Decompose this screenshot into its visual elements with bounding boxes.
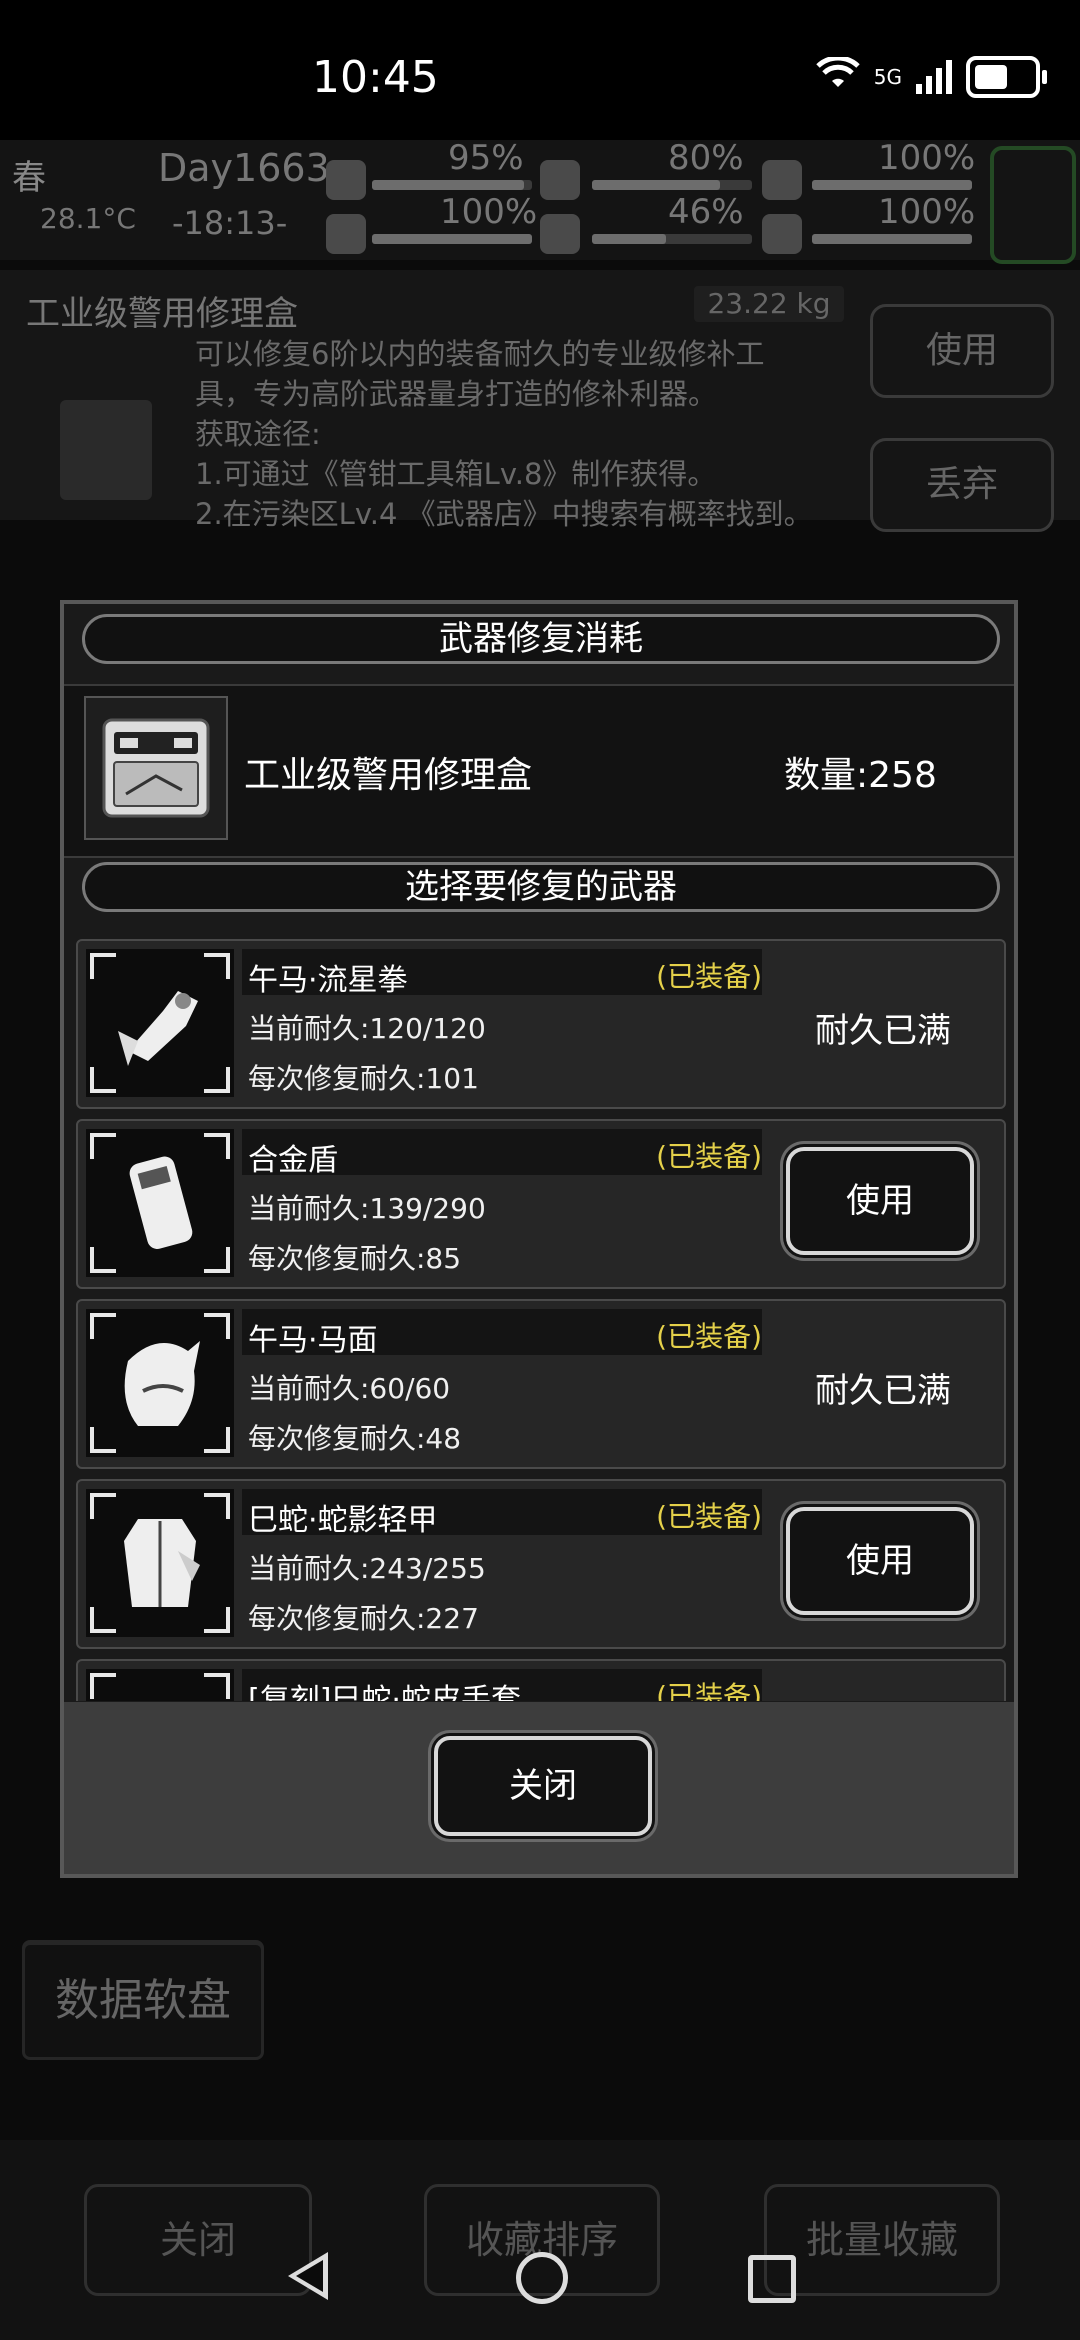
hunger-bar [592, 180, 752, 190]
home-icon[interactable] [516, 2252, 568, 2304]
wifi-icon [816, 55, 860, 98]
select-weapon-header: 选择要修复的武器 [82, 862, 1000, 912]
mood-icon [762, 214, 802, 254]
health-bar [372, 180, 532, 190]
equipped-tag: (已装备) [656, 1500, 762, 1533]
weapon-row: 午马·流星拳 (已装备) 当前耐久:120/120 每次修复耐久:101 耐久已… [76, 939, 1006, 1109]
snake-glove-icon [86, 1669, 234, 1701]
durability-full-label: 耐久已满 [815, 1371, 951, 1411]
weapon-row: [复刻]巳蛇·蛇皮手套 (已装备) [76, 1659, 1006, 1701]
repair-kit-icon [84, 696, 228, 840]
network-type-label: 5G [873, 65, 902, 89]
clock-time: 10:45 [312, 52, 439, 103]
energy-value: 100% [878, 138, 976, 178]
current-durability: 当前耐久:120/120 [248, 1012, 486, 1045]
current-durability: 当前耐久:60/60 [248, 1372, 451, 1405]
weapon-row: 巳蛇·蛇影轻甲 (已装备) 当前耐久:243/255 每次修复耐久:227 使用 [76, 1479, 1006, 1649]
weapon-row: 合金盾 (已装备) 当前耐久:139/290 每次修复耐久:85 使用 [76, 1119, 1006, 1289]
thirst-bar [592, 234, 752, 244]
thirst-value: 46% [668, 192, 744, 232]
sidebar-item-data-disk[interactable]: 数据软盘 [22, 1942, 264, 2060]
health-icon [326, 160, 366, 200]
weapon-list[interactable]: 午马·流星拳 (已装备) 当前耐久:120/120 每次修复耐久:101 耐久已… [76, 939, 1006, 1701]
weapon-name: 巳蛇·蛇影轻甲 [248, 1503, 438, 1538]
current-durability: 当前耐久:243/255 [248, 1552, 486, 1585]
stamina-bar [372, 234, 532, 244]
stamina-icon [326, 214, 366, 254]
season-label: 春 [12, 158, 46, 198]
repair-amount: 每次修复耐久:48 [248, 1422, 462, 1455]
item-description: 可以修复6阶以内的装备耐久的专业级修补工 具，专为高阶武器量身打造的修补利器。 … [195, 337, 813, 531]
repair-use-button[interactable]: 使用 [786, 1507, 974, 1615]
equipped-tag: (已装备) [656, 1320, 762, 1353]
day-counter: Day1663 [158, 146, 330, 190]
repair-amount: 每次修复耐久:85 [248, 1242, 462, 1275]
discard-item-button[interactable]: 丢弃 [870, 438, 1054, 532]
weapon-repair-dialog: 武器修复消耗 工业级警用修理盒 数量:258 选择要修复的武器 午马·流星拳 (… [60, 600, 1018, 1878]
equipped-tag: (已装备) [656, 1140, 762, 1173]
temperature-label: 28.1°C [40, 202, 136, 235]
equipped-tag: (已装备) [656, 960, 762, 993]
status-slot[interactable] [990, 146, 1076, 264]
equipped-tag: (已装备) [656, 1680, 762, 1701]
repair-kit-quantity: 数量:258 [784, 755, 937, 796]
repair-use-button[interactable]: 使用 [786, 1147, 974, 1255]
durability-full-label: 耐久已满 [815, 1011, 951, 1051]
repair-kit-name: 工业级警用修理盒 [244, 755, 533, 796]
weapon-name: [复刻]巳蛇·蛇皮手套 [248, 1683, 521, 1701]
close-dialog-button[interactable]: 关闭 [434, 1736, 652, 1836]
mood-value: 100% [878, 192, 976, 232]
use-item-button[interactable]: 使用 [870, 304, 1054, 398]
status-icons: 5G [816, 55, 1047, 98]
item-name: 工业级警用修理盒 [26, 294, 298, 334]
repair-cost-row: 工业级警用修理盒 数量:258 [64, 684, 1014, 858]
mood-bar [812, 234, 972, 244]
snake-armor-icon [86, 1489, 234, 1637]
thirst-icon [540, 214, 580, 254]
weapon-name: 午马·马面 [248, 1323, 378, 1358]
signal-icon [916, 60, 952, 94]
energy-bar [812, 180, 972, 190]
survival-hud: 春 28.1°C Day1663 -18:13- 95% 80% 100% 10… [0, 138, 1080, 264]
dialog-footer: 关闭 [64, 1702, 1014, 1874]
status-bar: 10:45 5G [0, 0, 1080, 150]
stamina-value: 100% [440, 192, 538, 232]
hunger-icon [540, 160, 580, 200]
weapon-name: 午马·流星拳 [248, 963, 408, 998]
weapon-name: 合金盾 [248, 1143, 338, 1178]
horse-mask-icon [86, 1309, 234, 1457]
alloy-shield-icon [86, 1129, 234, 1277]
health-value: 95% [448, 138, 524, 178]
energy-icon [762, 160, 802, 200]
battery-icon [966, 56, 1047, 98]
item-image [60, 400, 152, 500]
hunger-value: 80% [668, 138, 744, 178]
current-durability: 当前耐久:139/290 [248, 1192, 486, 1225]
repair-amount: 每次修复耐久:101 [248, 1062, 479, 1095]
recent-apps-icon[interactable] [748, 2255, 796, 2303]
game-clock: -18:13- [172, 204, 288, 242]
item-weight: 23.22 kg [694, 286, 844, 322]
weapon-row: 午马·马面 (已装备) 当前耐久:60/60 每次修复耐久:48 耐久已满 [76, 1299, 1006, 1469]
repair-cost-header: 武器修复消耗 [82, 614, 1000, 664]
repair-amount: 每次修复耐久:227 [248, 1602, 479, 1635]
meteor-fist-icon [86, 949, 234, 1097]
